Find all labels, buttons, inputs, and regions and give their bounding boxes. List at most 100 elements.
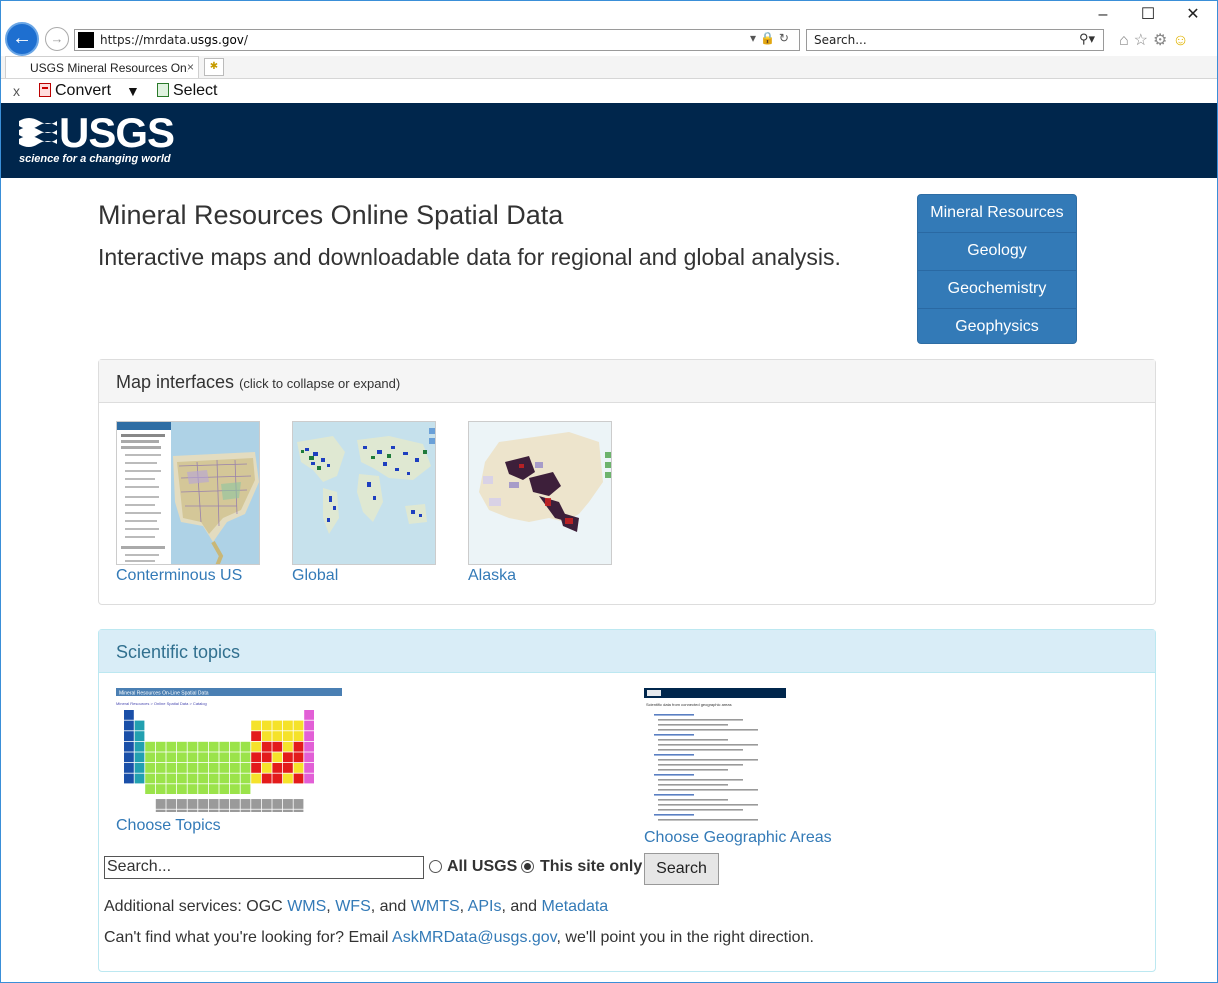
radio-all-usgs[interactable] [429,860,442,873]
command-bar-close-icon[interactable]: x [13,83,20,99]
geographic-areas-thumbnail[interactable]: Scientific data from connected geographi… [644,688,786,824]
periodic-cell [230,752,240,763]
periodic-cell [261,799,272,809]
map-thumb-conterminous-us[interactable] [116,421,260,565]
radio-this-site[interactable] [521,860,534,873]
periodic-cell [124,710,134,720]
select-button[interactable]: Select [157,82,217,100]
map-thumb-alaska[interactable] [468,421,612,565]
nav-item-mineral-resources[interactable]: Mineral Resources [918,195,1076,233]
periodic-cell [293,809,304,812]
radio-this-site-label: This site only [540,858,643,875]
metadata-link[interactable]: Metadata [541,898,608,915]
periodic-cell [145,784,155,794]
search-icon[interactable]: ⚲▾ [1079,31,1095,47]
periodic-cell [293,799,304,809]
apis-link[interactable]: APIs [468,898,502,915]
browser-search-input[interactable]: Search... ⚲▾ [806,29,1104,51]
periodic-cell [240,784,251,794]
smiley-icon[interactable]: ☺ [1172,32,1193,49]
periodic-cell [304,731,314,741]
geo-text-line [658,809,743,811]
periodic-cell [251,752,261,763]
new-tab-icon[interactable]: ✱ [204,58,224,76]
maximize-icon[interactable]: ☐ [1136,5,1160,25]
periodic-cell [166,809,177,812]
tab-title: USGS Mineral Resources On... [30,61,188,75]
minimize-icon[interactable]: – [1091,5,1115,25]
periodic-cell [293,752,304,763]
periodic-cell [198,809,208,812]
geo-text-line [658,764,743,766]
periodic-cell [124,773,134,784]
periodic-cell [177,799,187,809]
periodic-cell [230,773,240,784]
site-search-input[interactable]: Search... [104,856,424,879]
wmts-link[interactable]: WMTS [411,898,460,915]
periodic-cell [166,773,177,784]
periodic-cell [208,799,219,809]
geo-text-line [658,719,743,721]
usgs-logo[interactable]: USGS science for a changing world [19,109,179,173]
map-interfaces-header[interactable]: Map interfaces (click to collapse or exp… [99,360,1155,403]
search-button[interactable]: Search [644,853,719,885]
periodic-cell [208,809,219,812]
map-thumb-global[interactable] [292,421,436,565]
alaska-map-thumbnail [469,422,611,564]
periodic-table-thumbnail[interactable]: Mineral Resources On-Line Spatial Data M… [116,688,342,812]
geo-text-line [654,814,694,816]
tab-usgs[interactable]: USGS Mineral Resources On... × [5,56,199,78]
periodic-cell [230,809,240,812]
map-link-global[interactable]: Global [292,567,338,585]
logo-tagline: science for a changing world [19,153,171,165]
periodic-cell [251,809,261,812]
address-bar[interactable]: https://mrdata.usgs.gov/ ▾🔒↻ [74,29,800,51]
forward-arrow-icon[interactable]: → [45,27,69,51]
browser-chrome: – ☐ ✕ ← → https://mrdata.usgs.gov/ ▾🔒↻ S… [1,1,1217,103]
periodic-cell [219,799,230,809]
periodic-cell [177,809,187,812]
home-icon[interactable]: ⌂ [1119,32,1134,49]
chevron-down-icon[interactable]: ▼ [126,83,140,99]
periodic-thumb-title: Mineral Resources On-Line Spatial Data [119,691,209,697]
geo-text-line [658,769,728,771]
wfs-link[interactable]: WFS [335,898,371,915]
periodic-cell [219,763,230,773]
convert-button[interactable]: Convert [39,82,111,100]
periodic-cell [240,773,251,784]
periodic-cell [124,763,134,773]
address-tools-icon[interactable]: ▾🔒↻ [750,31,793,45]
geo-text-line [658,724,728,726]
periodic-cell [283,799,293,809]
window-close-icon[interactable]: ✕ [1181,5,1205,25]
email-link[interactable]: AskMRData@usgs.gov [392,929,556,946]
geo-text-line [658,799,728,801]
periodic-cell [208,763,219,773]
periodic-cell [187,809,198,812]
gear-icon[interactable]: ⚙ [1153,32,1172,49]
periodic-cell [304,773,314,784]
periodic-cell [145,763,155,773]
periodic-cell [283,741,293,752]
map-link-alaska[interactable]: Alaska [468,567,516,585]
choose-geographic-areas-link[interactable]: Choose Geographic Areas [644,829,832,847]
periodic-cell [134,731,145,741]
wms-link[interactable]: WMS [287,898,326,915]
periodic-cell [230,784,240,794]
periodic-cell [124,731,134,741]
periodic-cell [261,809,272,812]
nav-item-geophysics[interactable]: Geophysics [918,309,1076,343]
periodic-cell [230,741,240,752]
nav-item-geochemistry[interactable]: Geochemistry [918,271,1076,309]
scientific-topics-header[interactable]: Scientific topics [99,630,1155,673]
nav-item-geology[interactable]: Geology [918,233,1076,271]
map-link-conterminous-us[interactable]: Conterminous US [116,567,242,585]
page-subtitle: Interactive maps and downloadable data f… [98,244,841,270]
periodic-cell [251,799,261,809]
back-arrow-icon[interactable]: ← [5,22,39,56]
periodic-cell [198,752,208,763]
choose-topics-link[interactable]: Choose Topics [116,817,221,835]
tab-close-icon[interactable]: × [187,60,194,74]
star-icon[interactable]: ☆ [1134,32,1153,49]
radio-all-usgs-label: All USGS [447,858,518,875]
